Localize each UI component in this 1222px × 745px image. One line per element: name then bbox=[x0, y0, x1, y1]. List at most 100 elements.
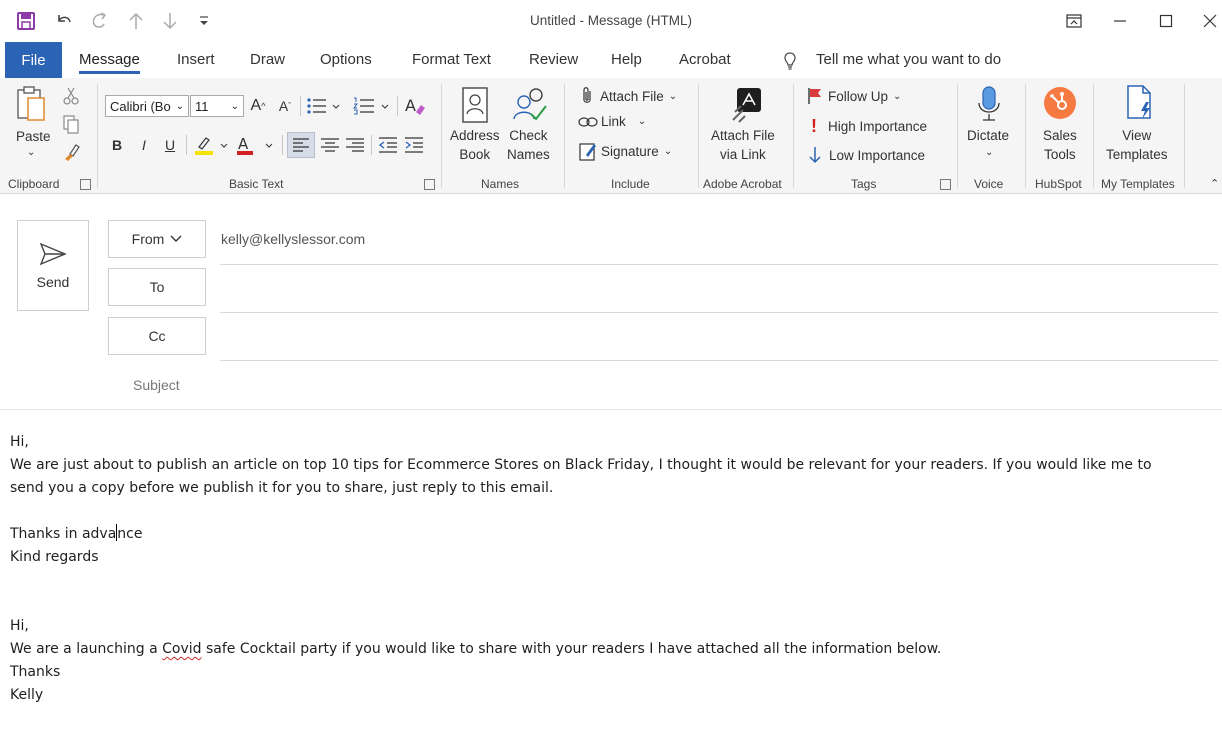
tags-launcher-icon[interactable] bbox=[940, 179, 951, 190]
check-names-label-2: Names bbox=[507, 147, 550, 162]
cc-field[interactable] bbox=[220, 360, 1218, 361]
to-button[interactable]: To bbox=[108, 268, 206, 306]
separator bbox=[1025, 84, 1026, 188]
clipboard-launcher-icon[interactable] bbox=[80, 179, 91, 190]
signature-button[interactable]: Signature ⌄ bbox=[579, 141, 672, 161]
dictate-button[interactable]: Dictate bbox=[967, 126, 1009, 145]
chevron-down-icon: ⌄ bbox=[230, 100, 239, 112]
align-right-icon[interactable] bbox=[343, 133, 367, 162]
bullets-icon[interactable] bbox=[306, 96, 340, 121]
paste-button[interactable]: Paste bbox=[16, 127, 51, 146]
paste-dropdown-icon[interactable]: ⌄ bbox=[27, 147, 35, 158]
low-importance-button[interactable]: Low Importance bbox=[808, 145, 925, 165]
attach-file-button[interactable]: Attach File ⌄ bbox=[579, 86, 677, 106]
link-label: Link bbox=[601, 114, 626, 129]
highlight-icon[interactable] bbox=[193, 134, 231, 161]
numbering-icon[interactable] bbox=[352, 96, 392, 121]
body-text-span: We are a launching a bbox=[10, 641, 163, 657]
body-line: We are a launching a Covid safe Cocktail… bbox=[10, 638, 1152, 661]
tab-file[interactable]: File bbox=[5, 42, 62, 78]
hubspot-icon[interactable] bbox=[1043, 86, 1077, 125]
chevron-down-icon: ⌄ bbox=[175, 100, 184, 112]
tab-review[interactable]: Review bbox=[529, 51, 578, 68]
attach-via-link-button[interactable]: Attach File via Link bbox=[711, 126, 775, 164]
view-templates-button[interactable]: View Templates bbox=[1106, 126, 1168, 164]
address-book-icon[interactable] bbox=[460, 86, 490, 129]
tab-insert[interactable]: Insert bbox=[177, 51, 215, 68]
misspelled-word[interactable]: Covid bbox=[162, 641, 201, 657]
group-label-tags: Tags bbox=[851, 177, 877, 191]
align-left-icon[interactable] bbox=[287, 132, 315, 158]
cc-button[interactable]: Cc bbox=[108, 317, 206, 355]
collapse-ribbon-icon[interactable]: ⌃ bbox=[1210, 177, 1219, 190]
tell-me-search[interactable]: Tell me what you want to do bbox=[816, 51, 1001, 68]
separator bbox=[186, 135, 187, 155]
paperclip-icon bbox=[583, 87, 591, 103]
paste-icon[interactable] bbox=[14, 84, 50, 129]
format-painter-icon[interactable] bbox=[62, 142, 82, 167]
separator bbox=[441, 84, 442, 188]
font-name-value: Calibri (Bo bbox=[110, 98, 171, 114]
tab-help[interactable]: Help bbox=[611, 51, 642, 68]
body-line: send you a copy before we publish it for… bbox=[10, 480, 554, 496]
message-body[interactable]: Hi, We are just about to publish an arti… bbox=[10, 431, 1152, 707]
minimize-icon[interactable] bbox=[1106, 8, 1134, 34]
align-center-icon[interactable] bbox=[318, 133, 342, 162]
svg-text:A: A bbox=[405, 96, 416, 115]
tab-acrobat[interactable]: Acrobat bbox=[679, 51, 731, 68]
separator bbox=[397, 96, 398, 116]
check-names-icon[interactable] bbox=[511, 86, 549, 129]
grow-font-icon[interactable]: A ^ bbox=[247, 95, 269, 117]
font-name-combo[interactable]: Calibri (Bo ⌄ bbox=[105, 95, 189, 117]
cut-icon[interactable] bbox=[62, 86, 80, 111]
tab-message[interactable]: Message bbox=[79, 51, 140, 74]
address-book-button[interactable]: Address Book bbox=[450, 126, 500, 164]
separator bbox=[957, 84, 958, 188]
close-icon[interactable] bbox=[1196, 8, 1222, 34]
arrow-down-icon bbox=[809, 147, 821, 164]
tab-draw[interactable]: Draw bbox=[250, 51, 285, 68]
high-importance-button[interactable]: ! High Importance bbox=[811, 116, 927, 137]
subject-field[interactable] bbox=[0, 409, 1222, 410]
window-title: Untitled - Message (HTML) bbox=[529, 13, 693, 28]
link-button[interactable]: Link ⌄ bbox=[578, 114, 646, 129]
dictate-dropdown-icon[interactable]: ⌄ bbox=[985, 147, 993, 158]
templates-icon[interactable] bbox=[1125, 84, 1157, 127]
font-size-combo[interactable]: 11 ⌄ bbox=[190, 95, 244, 117]
attach-file-label: Attach File bbox=[600, 88, 664, 104]
tab-format-text[interactable]: Format Text bbox=[412, 51, 491, 68]
maximize-icon[interactable] bbox=[1152, 8, 1180, 34]
clear-formatting-icon[interactable]: A bbox=[404, 95, 426, 122]
microphone-icon[interactable] bbox=[975, 85, 1003, 128]
separator bbox=[97, 84, 98, 188]
ribbon-display-icon[interactable] bbox=[1060, 8, 1088, 34]
bold-button[interactable]: B bbox=[107, 134, 127, 156]
group-label-clipboard: Clipboard bbox=[8, 177, 60, 191]
attach-via-link-label-2: via Link bbox=[720, 147, 766, 162]
sales-tools-button[interactable]: Sales Tools bbox=[1043, 126, 1077, 164]
from-address: kelly@kellyslessor.com bbox=[221, 231, 366, 247]
increase-indent-icon[interactable] bbox=[402, 133, 426, 162]
title-bar: Untitled - Message (HTML) bbox=[0, 0, 1222, 42]
follow-up-button[interactable]: Follow Up ⌄ bbox=[807, 87, 901, 105]
underline-button[interactable]: U bbox=[160, 134, 180, 156]
flag-icon bbox=[808, 88, 821, 104]
check-names-button[interactable]: Check Names bbox=[507, 126, 550, 164]
to-field[interactable] bbox=[220, 312, 1218, 313]
from-button[interactable]: From bbox=[108, 220, 206, 258]
check-names-label-1: Check bbox=[509, 128, 548, 143]
tab-options[interactable]: Options bbox=[320, 51, 372, 68]
decrease-indent-icon[interactable] bbox=[376, 133, 400, 162]
basic-text-launcher-icon[interactable] bbox=[424, 179, 435, 190]
send-button[interactable]: Send bbox=[17, 220, 89, 311]
body-line: Kelly bbox=[10, 687, 44, 703]
copy-icon[interactable] bbox=[62, 114, 80, 139]
font-color-icon[interactable]: A bbox=[236, 134, 276, 161]
group-label-hubspot: HubSpot bbox=[1035, 177, 1082, 191]
adobe-attach-icon[interactable] bbox=[731, 88, 765, 129]
italic-button[interactable]: I bbox=[134, 134, 154, 156]
body-text-span: safe Cocktail party if you would like to… bbox=[201, 641, 942, 657]
shrink-font-icon[interactable]: Aˇ bbox=[274, 95, 296, 117]
view-templates-label-1: View bbox=[1122, 128, 1152, 143]
